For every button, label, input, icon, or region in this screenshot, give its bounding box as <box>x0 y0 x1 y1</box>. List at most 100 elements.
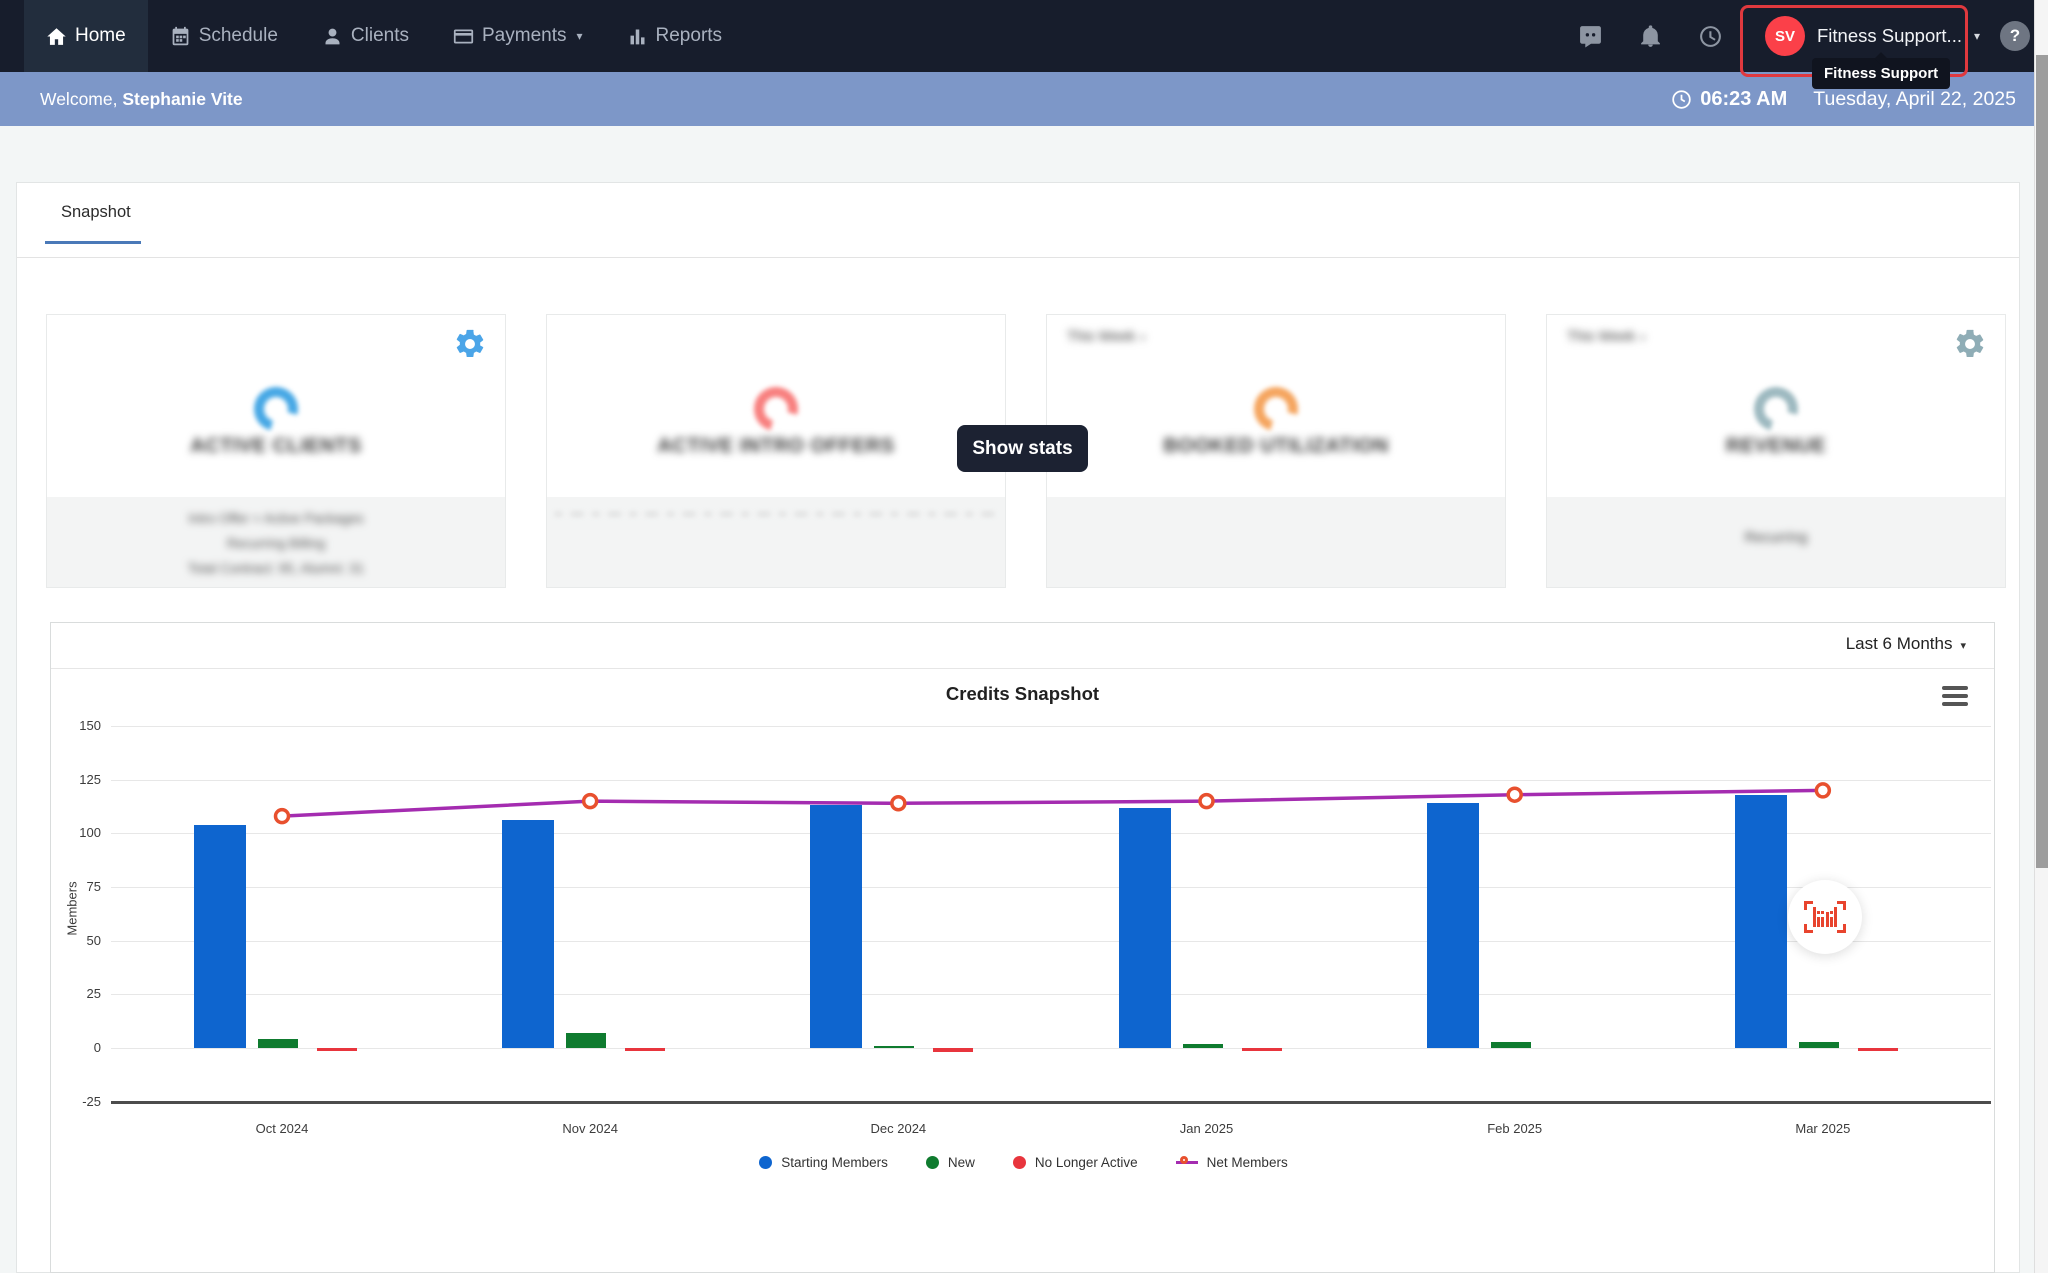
tab-snapshot[interactable]: Snapshot <box>61 203 131 222</box>
x-tick-label: Oct 2024 <box>242 1121 322 1136</box>
gridline <box>111 994 1991 995</box>
net-members-marker <box>1200 795 1213 808</box>
nav-item-label: Schedule <box>199 25 278 47</box>
footer-line: Intro Offer + Active Packages <box>47 506 505 531</box>
gridline <box>111 887 1991 888</box>
bar-new <box>1799 1042 1839 1048</box>
y-tick-label: 25 <box>59 986 101 1001</box>
date-range-select[interactable]: Last 6 Months▾ <box>1846 634 1966 654</box>
legend-dot-icon <box>926 1156 939 1169</box>
legend-label: Starting Members <box>781 1155 888 1170</box>
period-label: This Week <box>1567 329 1635 345</box>
show-stats-button[interactable]: Show stats <box>957 425 1088 472</box>
x-axis-baseline <box>111 1101 1991 1104</box>
bar-starting-members <box>502 820 554 1048</box>
x-tick-label: Feb 2025 <box>1475 1121 1555 1136</box>
chat-icon <box>1578 24 1603 49</box>
help-button[interactable]: ? <box>2000 21 2030 51</box>
welcome-bar: Welcome, Stephanie Vite 06:23 AM Tuesday… <box>0 72 2048 126</box>
chart-header: Last 6 Months▾ <box>51 623 1994 669</box>
card-settings-button[interactable] <box>453 327 487 361</box>
bar-new <box>258 1039 298 1048</box>
bar-starting-members <box>1735 795 1787 1048</box>
bar-no-longer-active <box>317 1048 357 1051</box>
gridline <box>111 833 1991 834</box>
bar-starting-members <box>1427 803 1479 1048</box>
period-select[interactable]: This Week ▾ <box>1567 329 1645 345</box>
y-tick-label: 150 <box>59 718 101 733</box>
page-scrollbar <box>2034 0 2048 1273</box>
card-settings-button[interactable] <box>1953 327 1987 361</box>
user-name: Fitness Support... <box>1817 25 1962 47</box>
footer-line: Recurring <box>1547 530 2005 546</box>
stat-card-booked-utilization: This Week▾ BOOKED UTILIZATION <box>1046 314 1506 588</box>
chart-menu-button[interactable] <box>1942 686 1968 706</box>
bar-new <box>1491 1042 1531 1048</box>
net-members-marker <box>1508 788 1521 801</box>
tooltip-text: Fitness Support <box>1824 65 1938 82</box>
bar-starting-members <box>810 805 862 1048</box>
notifications-button[interactable] <box>1621 24 1681 49</box>
welcome-message: Welcome, Stephanie Vite <box>40 89 243 110</box>
line-marker-icon <box>1176 1156 1198 1170</box>
clock-icon <box>1698 24 1723 49</box>
y-tick-label: 50 <box>59 933 101 948</box>
history-button[interactable] <box>1681 24 1741 49</box>
credits-snapshot-panel: Last 6 Months▾ Credits Snapshot 15012510… <box>50 622 1995 1273</box>
clock-icon <box>1671 89 1692 110</box>
scrollbar-thumb[interactable] <box>2036 55 2048 868</box>
bar-no-longer-active <box>1858 1048 1898 1051</box>
chart-title: Credits Snapshot <box>51 683 1994 705</box>
user-tooltip: Fitness Support <box>1812 58 1950 89</box>
nav-item-label: Home <box>75 25 126 47</box>
bar-no-longer-active <box>933 1048 973 1052</box>
legend-item[interactable]: New <box>926 1155 975 1170</box>
net-members-marker <box>276 810 289 823</box>
card-title: REVENUE <box>1547 435 2005 458</box>
nav-item-reports[interactable]: Reports <box>605 0 745 72</box>
y-axis-label: Members <box>65 874 80 944</box>
bar-no-longer-active <box>625 1048 665 1051</box>
scan-widget-button[interactable] <box>1788 880 1862 954</box>
legend-dot-icon <box>1013 1156 1026 1169</box>
calendar-icon <box>170 26 191 47</box>
nav-item-clients[interactable]: Clients <box>300 0 431 72</box>
legend-label: New <box>948 1155 975 1170</box>
nav-item-schedule[interactable]: Schedule <box>148 0 300 72</box>
bar-new <box>566 1033 606 1048</box>
legend-item[interactable]: No Longer Active <box>1013 1155 1138 1170</box>
card-title: ACTIVE CLIENTS <box>47 435 505 458</box>
chevron-down-icon: ▾ <box>1640 333 1645 344</box>
bar-new <box>874 1046 914 1049</box>
bar-starting-members <box>1119 808 1171 1048</box>
legend-item[interactable]: Starting Members <box>759 1155 888 1170</box>
time-text: 06:23 AM <box>1700 88 1787 111</box>
stat-card-active-intro-offers: ACTIVE INTRO OFFERS – — – — – — – — – — … <box>546 314 1006 588</box>
question-mark-icon: ? <box>2010 26 2020 46</box>
loading-spinner <box>246 379 306 439</box>
period-label: This Week <box>1067 329 1135 345</box>
legend-item[interactable]: Net Members <box>1176 1155 1288 1170</box>
legend-label: No Longer Active <box>1035 1155 1138 1170</box>
barcode-icon <box>1804 901 1846 933</box>
period-select[interactable]: This Week▾ <box>1067 329 1145 345</box>
nav-right: SV Fitness Support... ▾ ? <box>1561 0 2048 72</box>
card-title: ACTIVE INTRO OFFERS <box>547 435 1005 458</box>
bell-icon <box>1638 24 1663 49</box>
loading-spinner <box>746 379 806 439</box>
stat-card-revenue: This Week ▾ REVENUE Recurring <box>1546 314 2006 588</box>
loading-spinner <box>1246 379 1306 439</box>
user-menu[interactable]: SV Fitness Support... ▾ <box>1755 16 1990 56</box>
bar-no-longer-active <box>1242 1048 1282 1051</box>
bar-chart-icon <box>627 26 648 47</box>
net-members-marker <box>1816 784 1829 797</box>
nav-item-home[interactable]: Home <box>24 0 148 72</box>
card-title: BOOKED UTILIZATION <box>1047 435 1505 458</box>
chat-button[interactable] <box>1561 24 1621 49</box>
person-icon <box>322 26 343 47</box>
bar-new <box>1183 1044 1223 1048</box>
nav-item-payments[interactable]: Payments ▾ <box>431 0 605 72</box>
card-footer: – — – — – — – — – — – — – — – — – — – — … <box>547 497 1005 587</box>
chart-legend: Starting Members New No Longer Active Net M… <box>51 1155 1996 1170</box>
x-tick-label: Jan 2025 <box>1167 1121 1247 1136</box>
